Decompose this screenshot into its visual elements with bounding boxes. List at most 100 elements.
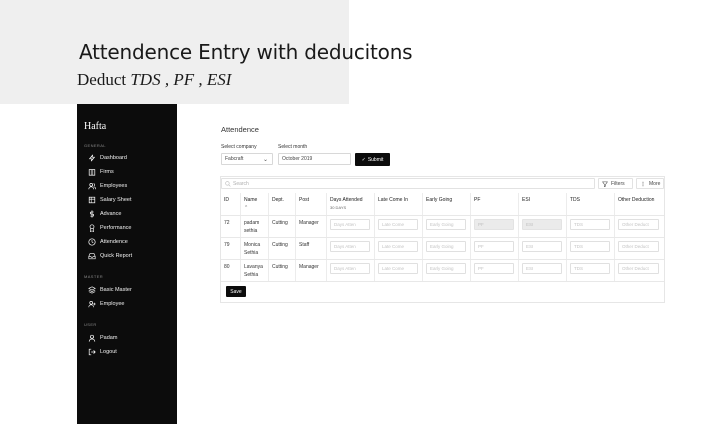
sidebar-item-label: Employees xyxy=(100,183,128,189)
sidebar-item-basic-master[interactable]: Basic Master xyxy=(88,284,132,296)
tds-input[interactable]: TDS xyxy=(570,219,610,230)
sheet-icon xyxy=(88,196,96,204)
sidebar-item-firms[interactable]: Firms xyxy=(88,166,114,178)
cell-pf: PF xyxy=(471,260,519,281)
cell-dept: Cutting xyxy=(269,216,296,237)
cell-other-deduction: Other Deduct xyxy=(615,260,664,281)
brand-logo: Hafta xyxy=(84,121,107,132)
sidebar-section-general: GENERAL xyxy=(84,143,106,148)
table-header-row: ID Name ⌃ Dept. Post Days Attended 30 DAYS… xyxy=(221,193,664,216)
building-icon xyxy=(88,168,96,176)
header-subtext: 30 DAYS xyxy=(330,205,347,210)
cell-post: Manager xyxy=(296,260,327,281)
sidebar-item-label: Basic Master xyxy=(100,287,132,293)
pf-input: PF xyxy=(474,219,514,230)
filters-label: Filters xyxy=(611,180,625,187)
sidebar-item-attendence[interactable]: Attendence xyxy=(88,236,128,248)
sidebar-item-employees[interactable]: Employees xyxy=(88,180,127,192)
tds-input[interactable]: TDS xyxy=(570,263,610,274)
days-attended-input[interactable]: Days Atten xyxy=(330,219,370,230)
cell-tds: TDS xyxy=(567,260,615,281)
caption-subtitle-prefix: Deduct xyxy=(77,70,131,89)
caption-subtitle-items: TDS , PF , ESI xyxy=(130,70,232,89)
search-placeholder: Search xyxy=(233,180,249,187)
other-deduction-input[interactable]: Other Deduct xyxy=(618,219,659,230)
cell-pf: PF xyxy=(471,216,519,237)
days-attended-input[interactable]: Days Atten xyxy=(330,263,370,274)
table-row: 80 Lavanya Sethia Cutting Manager Days A… xyxy=(221,260,664,282)
late-come-in-input[interactable]: Late Come xyxy=(378,263,418,274)
company-select[interactable]: Fabcraft ⌄ xyxy=(221,153,273,165)
cell-name: Monica Sethia xyxy=(241,238,269,259)
sidebar-section-user: USER xyxy=(84,322,97,327)
days-attended-input[interactable]: Days Atten xyxy=(330,241,370,252)
caption-title: Attendence Entry with deducitons xyxy=(79,40,413,64)
cell-id: 72 xyxy=(221,216,241,237)
esi-input[interactable]: ESI xyxy=(522,263,562,274)
submit-button-label: Submit xyxy=(367,156,384,163)
filters-button[interactable]: Filters xyxy=(598,178,633,189)
late-come-in-input[interactable]: Late Come xyxy=(378,241,418,252)
more-button[interactable]: More xyxy=(636,178,664,189)
column-header-name[interactable]: Name ⌃ xyxy=(241,193,269,215)
header-text: Late Come In xyxy=(378,197,409,203)
sidebar-item-padam[interactable]: Padam xyxy=(88,332,117,344)
column-header-dept: Dept. xyxy=(269,193,296,215)
sidebar-item-salary-sheet[interactable]: Salary Sheet xyxy=(88,194,132,206)
inbox-icon xyxy=(88,252,96,260)
sort-up-icon[interactable]: ⌃ xyxy=(244,204,265,212)
header-text: Days Attended xyxy=(330,197,363,203)
cell-late-come-in: Late Come xyxy=(375,238,423,259)
column-header-late-come-in: Late Come In xyxy=(375,193,423,215)
late-come-in-input[interactable]: Late Come xyxy=(378,219,418,230)
user-plus-icon xyxy=(88,300,96,308)
other-deduction-input[interactable]: Other Deduct xyxy=(618,263,659,274)
sidebar-item-dashboard[interactable]: Dashboard xyxy=(88,152,127,164)
page: Attendence Entry with deducitons Deduct … xyxy=(0,0,702,424)
sidebar-item-label: Padam xyxy=(100,335,118,341)
header-text: TDS xyxy=(570,197,580,203)
tds-input[interactable]: TDS xyxy=(570,241,610,252)
sidebar-item-performance[interactable]: Performance xyxy=(88,222,132,234)
save-button[interactable]: Save xyxy=(226,286,246,297)
sidebar-item-label: Performance xyxy=(100,225,132,231)
esi-input[interactable]: ESI xyxy=(522,241,562,252)
column-header-days-attended: Days Attended 30 DAYS xyxy=(327,193,375,215)
caption-subtitle: Deduct TDS , PF , ESI xyxy=(77,70,231,90)
month-select[interactable]: October 2019 xyxy=(278,153,351,165)
dashboard-icon xyxy=(88,154,96,162)
pf-input[interactable]: PF xyxy=(474,263,514,274)
pf-input[interactable]: PF xyxy=(474,241,514,252)
cell-dept: Cutting xyxy=(269,238,296,259)
cell-name: padam sethia xyxy=(241,216,269,237)
sidebar-item-advance[interactable]: Advance xyxy=(88,208,121,220)
sidebar-item-label: Salary Sheet xyxy=(100,197,132,203)
other-deduction-input[interactable]: Other Deduct xyxy=(618,241,659,252)
search-input[interactable]: Search xyxy=(221,178,595,189)
cell-id: 79 xyxy=(221,238,241,259)
sidebar-item-employee[interactable]: Employee xyxy=(88,298,124,310)
sidebar-item-label: Employee xyxy=(100,301,125,307)
early-going-input[interactable]: Early Going xyxy=(426,263,466,274)
submit-button[interactable]: ✓ Submit xyxy=(355,153,390,166)
early-going-input[interactable]: Early Going xyxy=(426,241,466,252)
column-header-other-deduction: Other Deduction xyxy=(615,193,664,215)
select-month-label: Select month xyxy=(278,144,308,150)
company-select-value: Fabcraft xyxy=(225,156,244,162)
more-label: More xyxy=(649,180,661,187)
cell-early-going: Early Going xyxy=(423,260,471,281)
layers-icon xyxy=(88,286,96,294)
sidebar-item-quick-report[interactable]: Quick Report xyxy=(88,250,132,262)
header-text: Early Going xyxy=(426,197,453,203)
header-text: Dept. xyxy=(272,197,284,203)
cell-early-going: Early Going xyxy=(423,216,471,237)
chevron-down-icon: ⌄ xyxy=(262,157,268,163)
early-going-input[interactable]: Early Going xyxy=(426,219,466,230)
column-header-early-going: Early Going xyxy=(423,193,471,215)
column-header-id: ID xyxy=(221,193,241,215)
select-company-label: Select company xyxy=(221,144,257,150)
logout-icon xyxy=(88,348,96,356)
award-icon xyxy=(88,224,96,232)
sidebar-item-logout[interactable]: Logout xyxy=(88,346,117,358)
cell-dept: Cutting xyxy=(269,260,296,281)
